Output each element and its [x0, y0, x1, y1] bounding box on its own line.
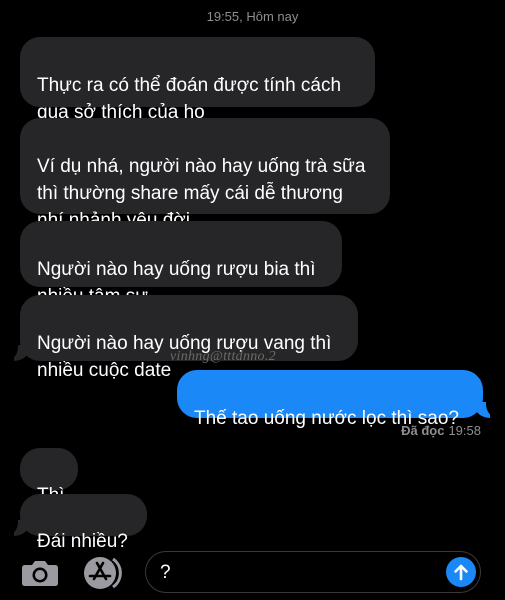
camera-icon — [22, 561, 58, 586]
message-bubble-outgoing[interactable]: Thế tao uống nước lọc thì sao? — [177, 370, 483, 429]
message-text: Thực ra có thể đoán được tính cách qua s… — [37, 75, 342, 123]
read-receipt: Đã đọc 19:58 — [401, 423, 481, 438]
message-bubble-incoming[interactable]: Đái nhiều? — [20, 494, 147, 552]
bubble-tail — [6, 343, 30, 361]
app-store-icon — [84, 557, 122, 589]
message-text: Ví dụ nhá, người nào hay uống trà sữa th… — [37, 156, 366, 231]
arrow-up-icon — [454, 564, 468, 581]
camera-button[interactable] — [20, 558, 60, 588]
send-button[interactable] — [446, 557, 476, 587]
message-bubble-incoming[interactable]: Ví dụ nhá, người nào hay uống trà sữa th… — [20, 118, 390, 231]
read-receipt-label: Đã đọc — [401, 423, 445, 438]
bubble-tail — [6, 518, 30, 536]
message-text: Đái nhiều? — [37, 531, 128, 552]
message-bubble-incoming[interactable]: Thì — [20, 448, 78, 506]
message-bubble-incoming[interactable]: Thực ra có thể đoán được tính cách qua s… — [20, 37, 375, 123]
bubble-tail — [474, 400, 498, 418]
read-receipt-time: 19:58 — [448, 423, 481, 438]
message-input[interactable] — [160, 561, 430, 585]
conversation-timestamp: 19:55, Hôm nay — [206, 9, 299, 24]
watermark: vinhng@tttdnno.2 — [170, 349, 276, 364]
apps-button[interactable] — [80, 556, 126, 590]
message-bubble-incoming[interactable]: Người nào hay uống rượu bia thì nhiều tâ… — [20, 221, 342, 307]
message-input-container[interactable] — [145, 551, 481, 593]
